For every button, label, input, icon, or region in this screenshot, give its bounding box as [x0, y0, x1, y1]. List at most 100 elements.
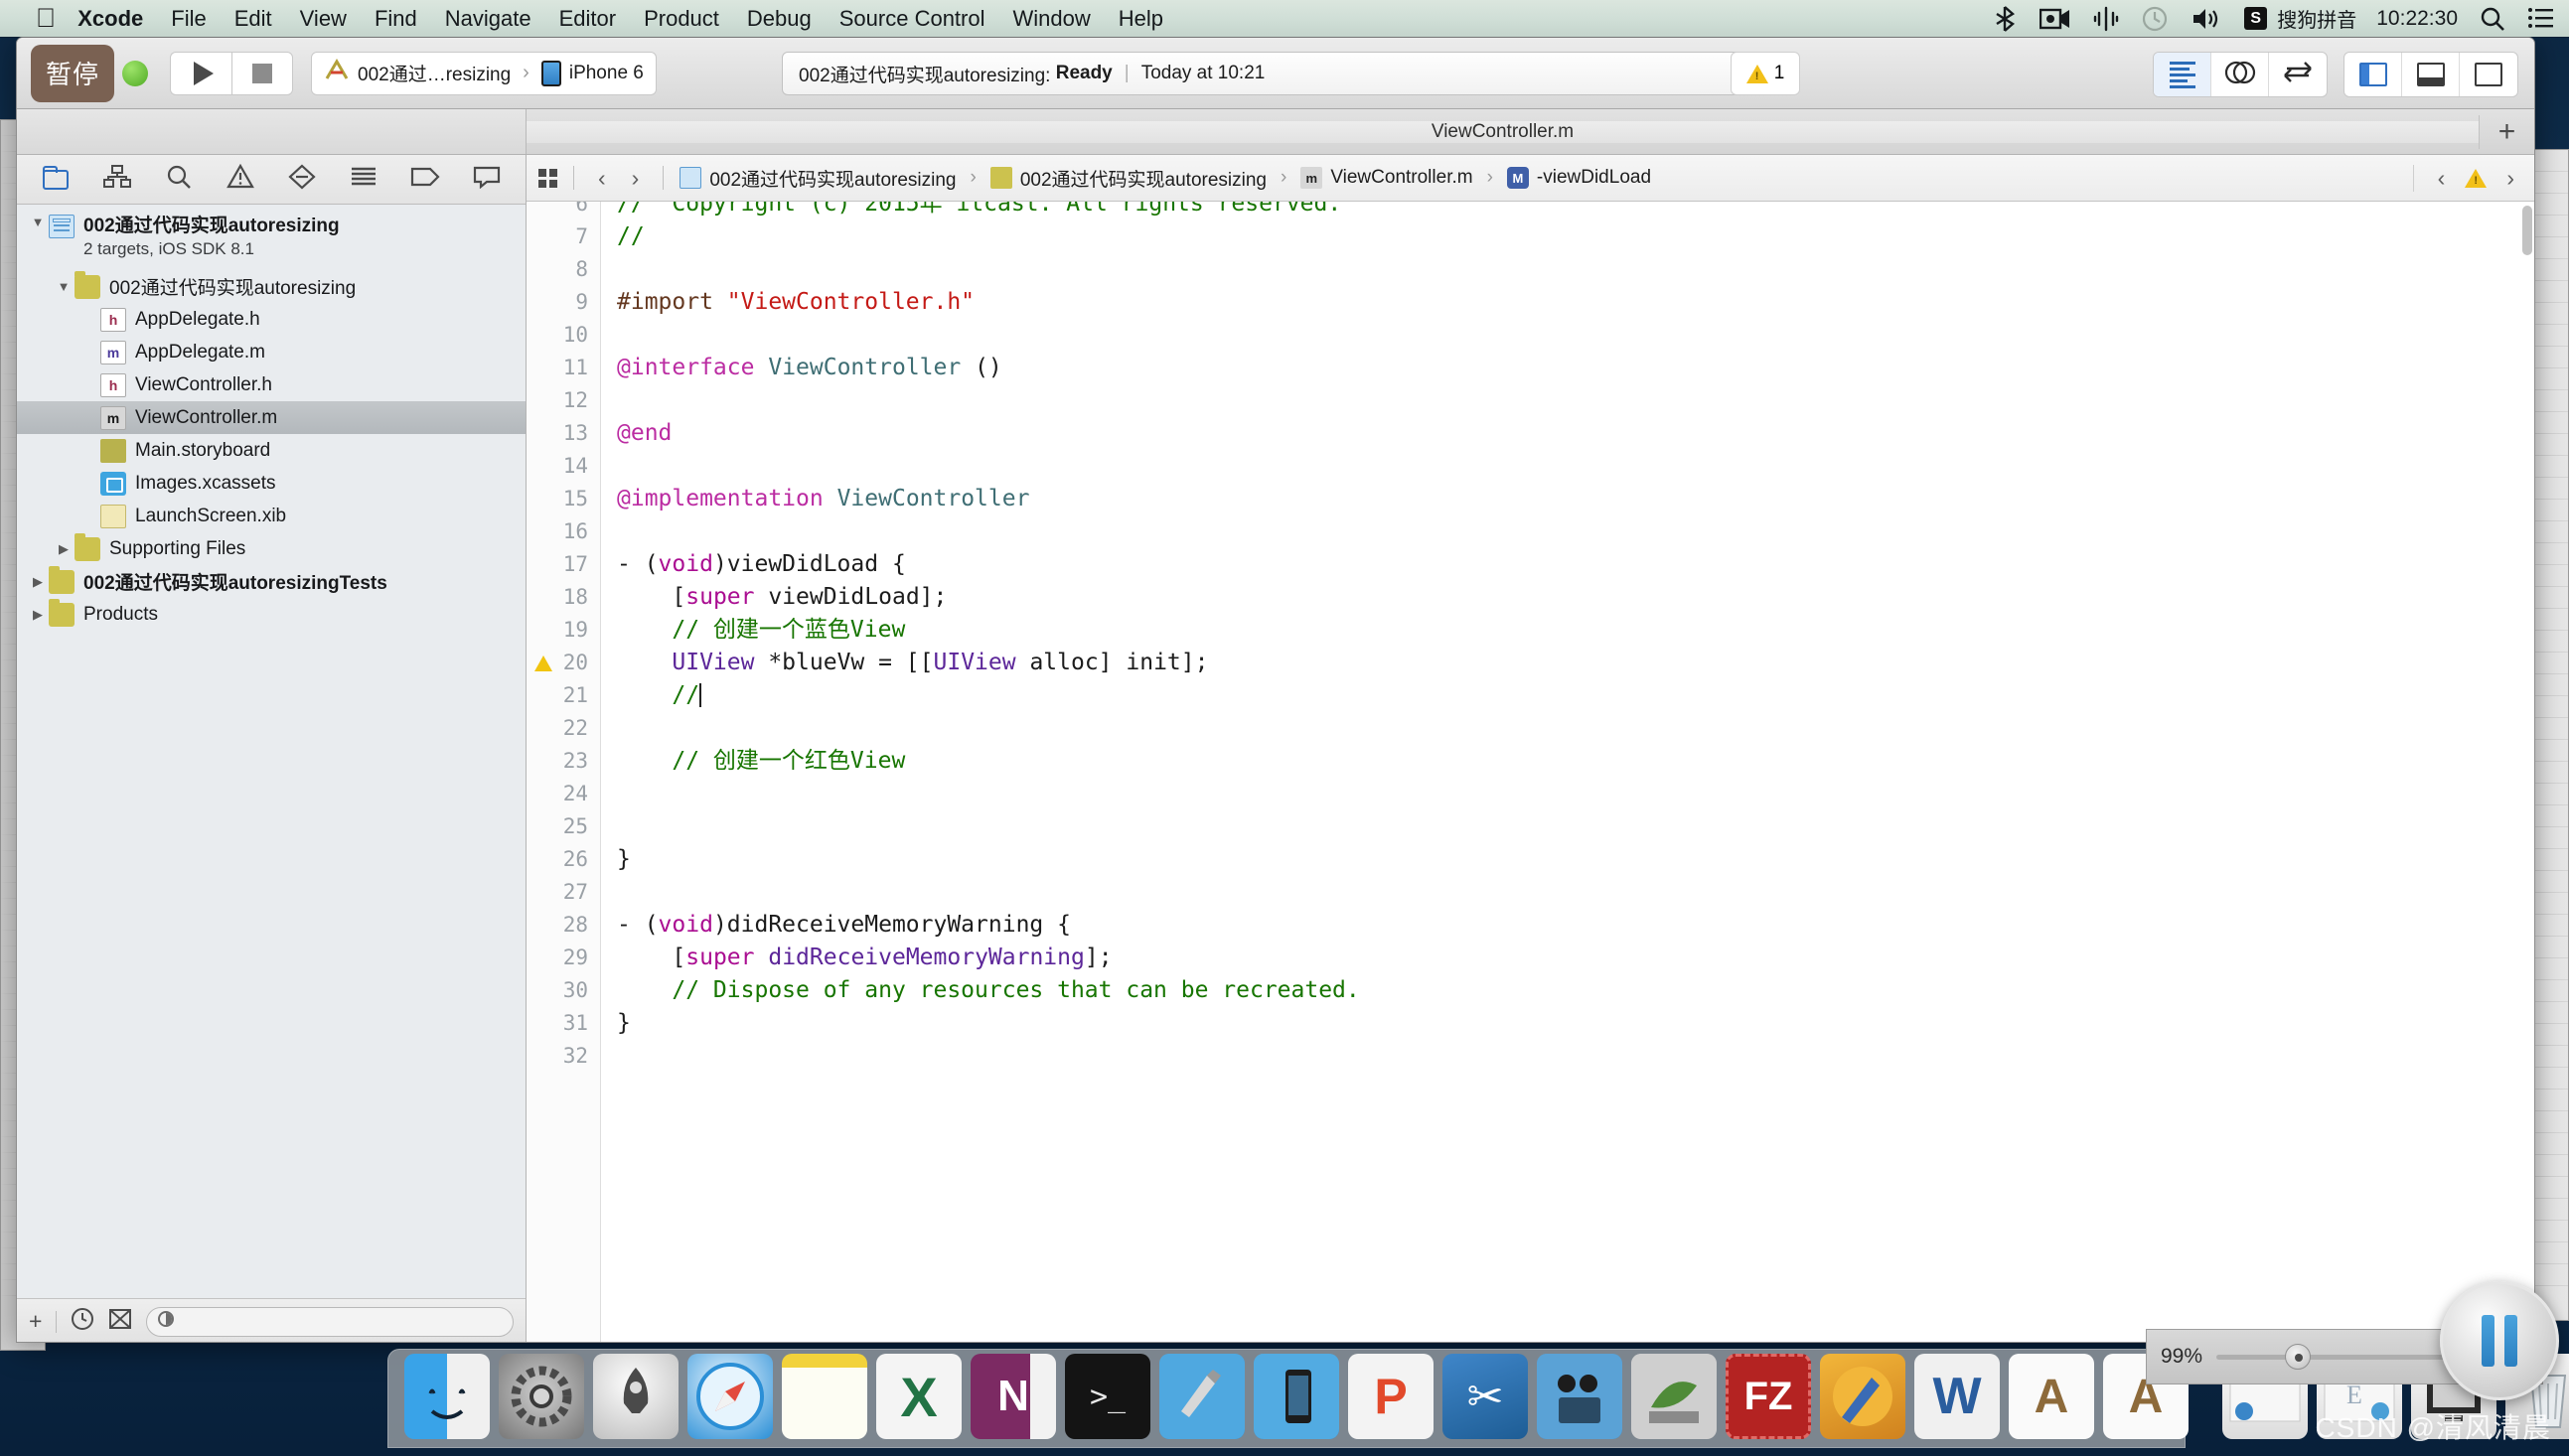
issue-navigator-tab[interactable] [221, 163, 260, 197]
launchpad-icon[interactable] [593, 1354, 679, 1439]
stop-button[interactable] [231, 51, 293, 95]
nav-tree-row[interactable]: Images.xcassets [17, 467, 526, 500]
disclosure-closed-icon[interactable]: ▶ [53, 541, 75, 557]
notification-center-icon[interactable] [2527, 7, 2555, 31]
project-navigator-tree[interactable]: ▼ 002通过代码实现autoresizing 2 targets, iOS SDK… [17, 205, 526, 1298]
simulator-icon[interactable] [1254, 1354, 1339, 1439]
breadcrumb-method[interactable]: M -viewDidLoad [1506, 167, 1651, 189]
snip-icon[interactable]: ✂ [1442, 1354, 1528, 1439]
assistant-editor-button[interactable] [2211, 53, 2269, 96]
menu-item-editor[interactable]: Editor [559, 6, 616, 32]
filter-sourcecontrol-icon[interactable] [108, 1307, 132, 1337]
code-line[interactable] [601, 450, 2534, 483]
nav-tree-row[interactable]: LaunchScreen.xib [17, 500, 526, 532]
volume-icon[interactable] [2191, 5, 2222, 33]
symbol-navigator-tab[interactable] [97, 163, 137, 197]
system-preferences-icon[interactable] [499, 1354, 584, 1439]
code-line[interactable]: UIView *blueVw = [[UIView alloc] init]; [601, 647, 2534, 679]
nav-tree-row[interactable]: ▶ Products [17, 598, 526, 631]
pause-overlay-button[interactable] [2440, 1281, 2559, 1400]
safari-icon[interactable] [687, 1354, 773, 1439]
menu-item-xcode[interactable]: Xcode [77, 6, 143, 32]
pycharm-icon[interactable]: P [1348, 1354, 1434, 1439]
version-editor-button[interactable] [2269, 53, 2327, 96]
code-line[interactable] [601, 712, 2534, 745]
code-line[interactable]: @implementation ViewController [601, 483, 2534, 515]
test-navigator-tab[interactable] [282, 163, 322, 197]
quicktime-icon[interactable] [1537, 1354, 1622, 1439]
appstore-a-icon[interactable]: A [2009, 1354, 2094, 1439]
menu-item-find[interactable]: Find [375, 6, 417, 32]
code-line[interactable] [601, 515, 2534, 548]
code-line[interactable]: // Copyright (c) 2015年 itcast. All right… [601, 202, 2534, 220]
pause-button[interactable]: 暂停 [31, 44, 114, 102]
chevron-right-icon[interactable]: › [2498, 165, 2522, 192]
disclosure-closed-icon[interactable]: ▶ [27, 574, 49, 590]
code-content[interactable]: // Copyright (c) 2015年 itcast. All right… [601, 202, 2534, 1342]
project-navigator-tab[interactable] [36, 163, 76, 197]
chevron-right-icon[interactable]: › [624, 165, 648, 192]
paint-icon[interactable] [1820, 1354, 1905, 1439]
breakpoint-navigator-tab[interactable] [405, 163, 445, 197]
find-navigator-tab[interactable] [159, 163, 199, 197]
editor-tab-viewcontroller-m[interactable]: ViewController.m [527, 120, 2479, 143]
code-line[interactable]: @interface ViewController () [601, 352, 2534, 384]
menu-item-file[interactable]: File [171, 6, 206, 32]
editor-vertical-scrollbar[interactable] [2522, 206, 2532, 255]
code-line[interactable]: // Dispose of any resources that can be … [601, 974, 2534, 1007]
menu-item-window[interactable]: Window [1013, 6, 1091, 32]
scheme-selector[interactable]: 002通过…resizing › iPhone 6 [311, 51, 657, 95]
search-icon[interactable] [2480, 6, 2505, 32]
code-line[interactable]: [super didReceiveMemoryWarning]; [601, 942, 2534, 974]
chevron-left-icon[interactable]: ‹ [590, 165, 614, 192]
xcode-icon[interactable] [1159, 1354, 1245, 1439]
nav-tree-row[interactable]: ▶ Supporting Files [17, 532, 526, 565]
breadcrumb-group[interactable]: 002通过代码实现autoresizing [989, 165, 1267, 192]
code-line[interactable] [601, 778, 2534, 810]
code-line[interactable]: [super viewDidLoad]; [601, 581, 2534, 614]
log-navigator-tab[interactable] [467, 163, 507, 197]
code-line[interactable] [601, 319, 2534, 352]
toggle-navigator-button[interactable] [2344, 53, 2402, 96]
nav-tree-row[interactable]: ▼ 002通过代码实现autoresizing [17, 270, 526, 303]
warning-icon[interactable] [2465, 168, 2488, 188]
code-line[interactable]: // [601, 220, 2534, 253]
timemachine-icon[interactable] [2141, 5, 2169, 33]
disclosure-closed-icon[interactable]: ▶ [27, 607, 49, 623]
menu-item-product[interactable]: Product [644, 6, 719, 32]
toggle-utilities-button[interactable] [2460, 53, 2517, 96]
code-line[interactable]: - (void)didReceiveMemoryWarning { [601, 909, 2534, 942]
related-items-icon[interactable] [538, 168, 557, 188]
menu-item-source-control[interactable]: Source Control [839, 6, 985, 32]
code-line[interactable] [601, 810, 2534, 843]
disclosure-open-icon[interactable]: ▼ [27, 215, 49, 229]
code-line[interactable] [601, 876, 2534, 909]
notes-icon[interactable] [782, 1354, 867, 1439]
plus-icon[interactable]: + [29, 1308, 42, 1335]
nav-tree-row[interactable]: h ViewController.h [17, 368, 526, 401]
menu-item-navigate[interactable]: Navigate [445, 6, 531, 32]
bluetooth-icon[interactable] [1992, 5, 2018, 33]
code-line[interactable]: } [601, 843, 2534, 876]
code-line[interactable]: @end [601, 417, 2534, 450]
code-line[interactable]: - (void)viewDidLoad { [601, 548, 2534, 581]
breadcrumb-project[interactable]: 002通过代码实现autoresizing [680, 165, 957, 192]
nav-tree-row[interactable]: m ViewController.m [17, 401, 526, 434]
code-line[interactable]: #import "ViewController.h" [601, 286, 2534, 319]
finder-icon[interactable] [404, 1354, 490, 1439]
apple-icon[interactable]:  [36, 5, 56, 32]
toggle-debug-button[interactable] [2402, 53, 2460, 96]
nav-tree-row[interactable]: ▼ 002通过代码实现autoresizing 2 targets, iOS SDK… [17, 213, 526, 270]
word-icon[interactable]: W [1914, 1354, 2000, 1439]
code-line[interactable]: // 创建一个蓝色View [601, 614, 2534, 647]
clock-icon[interactable] [71, 1307, 94, 1337]
debug-navigator-tab[interactable] [344, 163, 383, 197]
excel-icon[interactable]: X [876, 1354, 962, 1439]
menu-bar-clock[interactable]: 10:22:30 [2376, 7, 2458, 31]
menu-item-view[interactable]: View [300, 6, 347, 32]
screen-record-icon[interactable] [2040, 6, 2071, 32]
menu-item-edit[interactable]: Edit [234, 6, 272, 32]
filezilla-icon[interactable]: FZ [1726, 1354, 1811, 1439]
disclosure-open-icon[interactable]: ▼ [53, 279, 75, 294]
standard-editor-button[interactable] [2154, 53, 2211, 96]
